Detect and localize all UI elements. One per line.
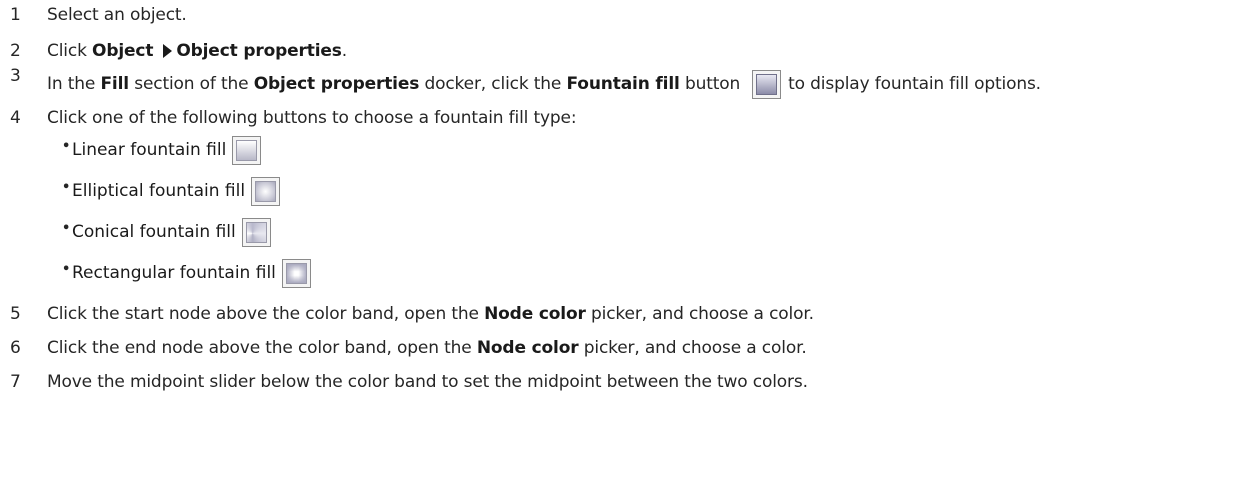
fountain-fill-icon bbox=[752, 69, 782, 99]
docker-name: Object properties bbox=[253, 74, 420, 94]
step-number: 2 bbox=[10, 41, 21, 61]
fill-section-label: Fill bbox=[100, 74, 129, 94]
node-color-label: Node color bbox=[484, 304, 586, 324]
node-color-label: Node color bbox=[476, 338, 579, 358]
step-text: Click Object Object properties . bbox=[47, 41, 348, 61]
bullet: • bbox=[62, 180, 71, 195]
step-number: 3 bbox=[10, 66, 21, 86]
menu-arrow-icon bbox=[163, 44, 173, 58]
step-text: In the Fill section of the Object proper… bbox=[47, 69, 1041, 99]
step-number: 6 bbox=[10, 338, 21, 358]
step-number: 1 bbox=[10, 5, 21, 25]
step-text: Click the end node above the color band,… bbox=[47, 338, 807, 358]
fill-type-label: Elliptical fountain fill bbox=[72, 181, 246, 201]
linear-fountain-fill-icon bbox=[232, 135, 262, 165]
fill-type-label: Rectangular fountain fill bbox=[72, 263, 276, 283]
step-text: Move the midpoint slider below the color… bbox=[47, 372, 808, 392]
menu-object-properties: Object properties bbox=[176, 41, 342, 61]
conical-fountain-fill-icon bbox=[241, 217, 271, 247]
step-number: 4 bbox=[10, 108, 21, 128]
menu-object: Object bbox=[92, 41, 154, 61]
step-text: Click one of the following buttons to ch… bbox=[47, 108, 577, 128]
fill-type-label: Conical fountain fill bbox=[72, 222, 236, 242]
step-number: 7 bbox=[10, 372, 21, 392]
step-number: 5 bbox=[10, 304, 21, 324]
elliptical-fountain-fill-icon bbox=[251, 176, 281, 206]
fountain-fill-label: Fountain fill bbox=[566, 74, 680, 94]
step-text: Select an object. bbox=[47, 5, 187, 25]
fill-type-label: Linear fountain fill bbox=[72, 140, 227, 160]
rectangular-fountain-fill-icon bbox=[281, 258, 311, 288]
step-text: Click the start node above the color ban… bbox=[47, 304, 814, 324]
bullet: • bbox=[62, 262, 71, 277]
bullet: • bbox=[62, 139, 71, 154]
bullet: • bbox=[62, 221, 71, 236]
